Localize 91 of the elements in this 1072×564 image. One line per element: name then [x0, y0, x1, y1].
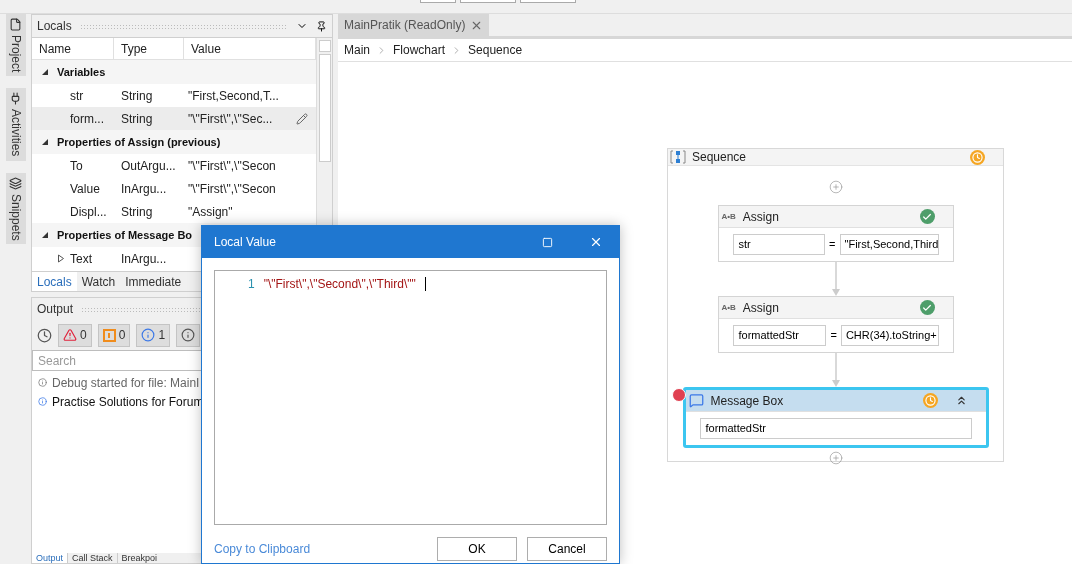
pin-icon[interactable]	[316, 20, 327, 32]
variable-name: str	[69, 87, 84, 105]
equals-sign: =	[830, 328, 837, 344]
message-icon	[688, 393, 704, 408]
variable-name: To	[69, 157, 83, 175]
filter-button[interactable]: 0	[58, 323, 92, 347]
variable-name: form...	[69, 110, 104, 128]
variable-value: "\"First\",\"Secon	[187, 157, 276, 175]
filter-button[interactable]: 0	[97, 323, 131, 347]
collapsed-triangle-icon[interactable]	[57, 254, 65, 263]
info-icon	[181, 328, 196, 342]
assign-value-field[interactable]: "First,Second,Third	[839, 234, 939, 255]
assign-to-field[interactable]: formattedStr	[732, 325, 827, 346]
variable-value: "\"First\",\"Sec...	[187, 110, 273, 128]
error-icon	[63, 328, 77, 342]
sidebar-tab[interactable]: Snippets	[5, 172, 26, 245]
filter-button[interactable]	[176, 323, 201, 347]
variable-name: Displ...	[69, 203, 107, 221]
code-text: "\"First\",\"Second\",\"Third\""	[263, 276, 416, 293]
panel-tab[interactable]: Breakpoi	[116, 553, 162, 563]
clock-icon[interactable]	[37, 327, 52, 343]
tab-icon	[9, 18, 22, 31]
warning-icon	[102, 328, 116, 342]
message-text-field[interactable]: formattedStr	[699, 418, 972, 439]
variable-type: InArgu...	[120, 180, 168, 198]
line-number: 1	[248, 276, 255, 293]
panel-tab[interactable]: Call Stack	[67, 553, 117, 563]
group-label: Properties of Message Bo	[57, 227, 193, 243]
panel-title: Output	[37, 301, 74, 318]
column-header[interactable]: Type	[114, 38, 184, 59]
code-editor[interactable]: 1 "\"First\",\"Second\",\"Third\""	[214, 270, 607, 525]
activity-title: Assign	[742, 208, 779, 226]
variable-value: "\"First\",\"Secon	[187, 180, 276, 198]
document-tab[interactable]: MainPratik (ReadOnly)	[338, 14, 490, 36]
dialog-button[interactable]: Cancel	[527, 537, 607, 561]
log-message: Debug started for file: MainI	[52, 374, 200, 392]
variable-value: "Assign"	[187, 203, 233, 221]
activity-card[interactable]: A•B Assign str = "First,Second,Third	[717, 205, 954, 262]
toolbar-button[interactable]	[420, 0, 456, 3]
toolbar-button[interactable]	[520, 0, 576, 3]
info-icon	[38, 378, 47, 387]
activity-title: Message Box	[710, 392, 784, 410]
panel-tab[interactable]: Immediate	[120, 272, 187, 291]
locals-row[interactable]: form... String "\"First\",\"Sec...	[32, 107, 316, 130]
variable-type: String	[120, 110, 154, 128]
variable-type: String	[120, 87, 154, 105]
breadcrumb-item[interactable]: Flowchart	[393, 41, 446, 59]
breakpoint-marker[interactable]	[671, 388, 686, 402]
group-label: Properties of Assign (previous)	[57, 134, 221, 150]
edit-icon[interactable]	[296, 112, 308, 125]
breadcrumb-item[interactable]: Sequence	[468, 41, 523, 59]
activity-title: Assign	[742, 299, 779, 317]
assign-value-field[interactable]: CHR(34).toString+	[840, 325, 939, 346]
maximize-icon[interactable]	[542, 236, 553, 248]
sidebar-tab[interactable]: Project	[5, 14, 26, 77]
activity-card[interactable]: Message Box formattedStr	[682, 387, 989, 448]
variable-value: "First,Second,T...	[187, 87, 279, 105]
connector-arrow	[830, 262, 841, 296]
panel-title: Locals	[37, 18, 72, 35]
sidebar-tab[interactable]: Activities	[5, 88, 26, 161]
info-icon	[38, 397, 47, 406]
expanded-triangle-icon[interactable]	[41, 68, 49, 76]
variable-name: Text	[70, 250, 92, 268]
toolbar-button[interactable]	[460, 0, 516, 3]
panel-tab[interactable]: Watch	[76, 272, 121, 291]
panel-tab[interactable]: Locals	[32, 272, 77, 291]
sequence-icon	[670, 150, 686, 164]
assign-icon: A•B	[721, 210, 736, 223]
column-header[interactable]: Name	[32, 38, 114, 59]
assign-icon: A•B	[721, 301, 736, 314]
expanded-triangle-icon[interactable]	[41, 138, 49, 146]
expanded-triangle-icon[interactable]	[41, 231, 49, 239]
variable-name: Value	[69, 180, 100, 198]
connector-arrow	[830, 353, 841, 387]
close-icon[interactable]	[589, 235, 603, 249]
group-label: Variables	[57, 64, 106, 80]
sequence-title: Sequence	[692, 149, 747, 166]
info-icon	[141, 328, 156, 342]
activity-card[interactable]: A•B Assign formattedStr = CHR(34).toString+	[717, 296, 954, 353]
variable-type: String	[120, 203, 154, 221]
tab-icon	[9, 176, 22, 190]
dialog-button[interactable]: OK	[437, 537, 517, 561]
equals-sign: =	[829, 237, 836, 253]
panel-tab[interactable]: Output	[32, 553, 68, 563]
copy-to-clipboard-link[interactable]: Copy to Clipboard	[214, 540, 311, 558]
assign-to-field[interactable]: str	[732, 234, 826, 255]
variable-type: InArgu...	[120, 250, 168, 268]
variable-type: OutArgu...	[120, 157, 177, 175]
tab-icon	[9, 92, 22, 106]
filter-button[interactable]: 1	[136, 323, 171, 347]
breadcrumb-item[interactable]: Main	[344, 41, 370, 59]
